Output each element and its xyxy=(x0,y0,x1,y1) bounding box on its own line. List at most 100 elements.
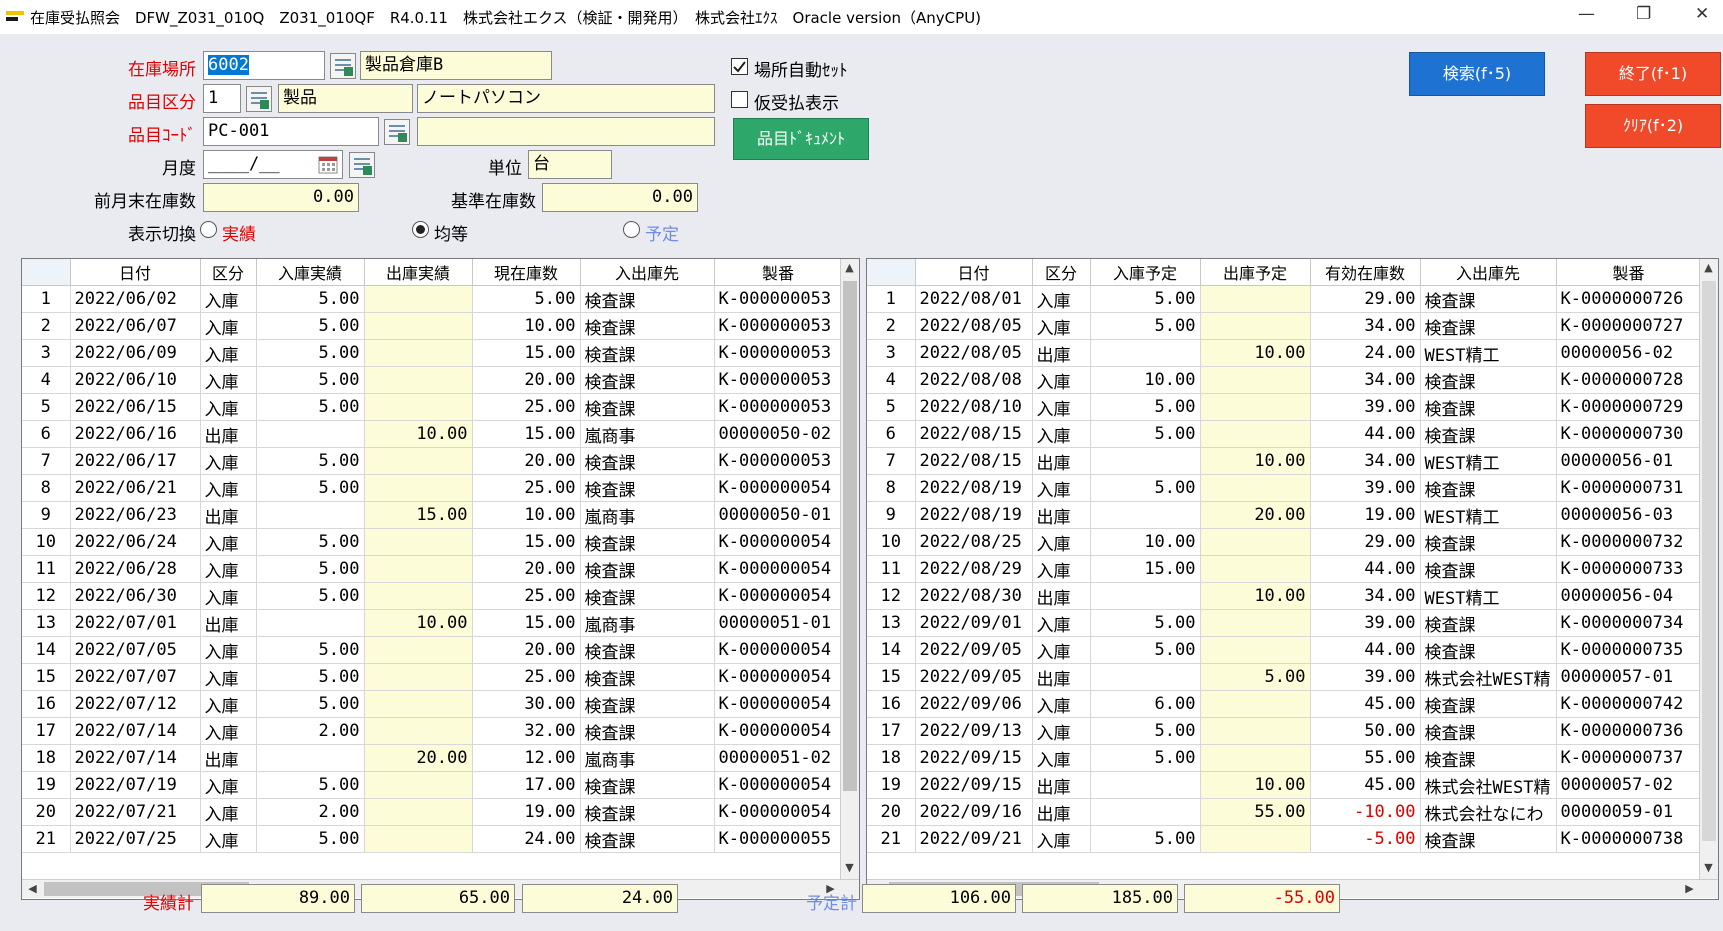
table-cell[interactable]: 2022/09/13 xyxy=(915,717,1033,745)
table-cell[interactable]: 出庫 xyxy=(1032,798,1091,826)
auto-location-checkbox[interactable] xyxy=(731,58,748,75)
category-code-input[interactable]: 1 xyxy=(203,84,241,113)
table-cell[interactable]: 5.00 xyxy=(256,690,365,718)
table-cell[interactable] xyxy=(1200,528,1311,556)
table-cell[interactable]: 5.00 xyxy=(256,555,365,583)
exit-button[interactable]: 終了(f･1) xyxy=(1585,52,1721,96)
table-cell[interactable] xyxy=(364,636,473,664)
table-cell[interactable]: 32.00 xyxy=(472,717,581,745)
table-cell[interactable]: 34.00 xyxy=(1310,582,1421,610)
table-cell[interactable]: 24.00 xyxy=(472,825,581,853)
table-cell[interactable]: 2022/06/10 xyxy=(70,366,201,394)
row-number[interactable]: 2 xyxy=(22,312,71,340)
row-number[interactable]: 16 xyxy=(867,690,916,718)
row-number[interactable]: 17 xyxy=(867,717,916,745)
table-cell[interactable]: 34.00 xyxy=(1310,447,1421,475)
table-cell[interactable]: 10.00 xyxy=(1200,447,1311,475)
table-cell[interactable]: 20.00 xyxy=(472,366,581,394)
plan-grid[interactable]: 日付 区分 入庫予定 出庫予定 有効在庫数 入出庫先 製番 1 2022/08/01 入庫 5.0… xyxy=(866,258,1719,900)
table-cell[interactable]: 検査課 xyxy=(580,771,715,799)
actual-header-1[interactable]: 区分 xyxy=(200,259,257,286)
table-cell[interactable]: 19.00 xyxy=(472,798,581,826)
table-cell[interactable]: 2022/07/14 xyxy=(70,744,201,772)
table-cell[interactable]: 5.00 xyxy=(1200,663,1311,691)
table-cell[interactable]: 2022/09/15 xyxy=(915,771,1033,799)
table-cell[interactable]: K-000000054 xyxy=(714,582,843,610)
table-cell[interactable]: 検査課 xyxy=(1420,636,1557,664)
table-cell[interactable]: 株式会社なにわ xyxy=(1420,798,1557,826)
table-cell[interactable]: 00000050-01 xyxy=(714,501,843,529)
table-row[interactable]: 9 2022/08/19 出庫 20.00 19.00 WEST精工 00000056-03 xyxy=(867,501,1702,529)
row-number[interactable]: 3 xyxy=(22,339,71,367)
table-cell[interactable]: 入庫 xyxy=(200,798,257,826)
actual-grid[interactable]: 日付 区分 入庫実績 出庫実績 現在庫数 入出庫先 製番 1 2022/06/02 入庫 5.00… xyxy=(21,258,860,900)
row-number[interactable]: 1 xyxy=(867,285,916,313)
table-row[interactable]: 1 2022/08/01 入庫 5.00 29.00 検査課 K-0000000726 xyxy=(867,285,1702,313)
table-cell[interactable] xyxy=(1090,582,1201,610)
table-row[interactable]: 21 2022/09/21 入庫 5.00 -5.00 検査課 K-0000000738 xyxy=(867,825,1702,853)
table-cell[interactable]: 検査課 xyxy=(580,663,715,691)
row-number[interactable]: 2 xyxy=(867,312,916,340)
table-cell[interactable]: 39.00 xyxy=(1310,474,1421,502)
table-cell[interactable]: 29.00 xyxy=(1310,528,1421,556)
table-cell[interactable]: 検査課 xyxy=(580,582,715,610)
table-cell[interactable]: 入庫 xyxy=(200,825,257,853)
row-number[interactable]: 8 xyxy=(867,474,916,502)
table-cell[interactable]: 2022/07/19 xyxy=(70,771,201,799)
table-cell[interactable] xyxy=(1200,555,1311,583)
actual-header-5[interactable]: 入出庫先 xyxy=(580,259,715,286)
location-code-input[interactable]: 6002 xyxy=(203,51,325,80)
table-cell[interactable]: 00000056-02 xyxy=(1556,339,1702,367)
table-cell[interactable]: K-0000000736 xyxy=(1556,717,1702,745)
table-cell[interactable]: 15.00 xyxy=(364,501,473,529)
table-cell[interactable]: 2022/07/21 xyxy=(70,798,201,826)
table-cell[interactable] xyxy=(256,744,365,772)
row-number[interactable]: 10 xyxy=(867,528,916,556)
row-number[interactable]: 21 xyxy=(867,825,916,853)
table-cell[interactable]: 5.00 xyxy=(1090,285,1201,313)
table-row[interactable]: 1 2022/06/02 入庫 5.00 5.00 検査課 K-000000053 xyxy=(22,285,843,313)
table-row[interactable]: 5 2022/08/10 入庫 5.00 39.00 検査課 K-0000000729 xyxy=(867,393,1702,421)
table-cell[interactable]: 2022/06/02 xyxy=(70,285,201,313)
actual-header-6[interactable]: 製番 xyxy=(714,259,843,286)
table-cell[interactable]: 入庫 xyxy=(1032,609,1091,637)
row-number[interactable]: 6 xyxy=(22,420,71,448)
row-number[interactable]: 15 xyxy=(22,663,71,691)
table-cell[interactable]: 2022/07/01 xyxy=(70,609,201,637)
table-cell[interactable]: 34.00 xyxy=(1310,366,1421,394)
table-cell[interactable] xyxy=(1200,474,1311,502)
table-cell[interactable]: 出庫 xyxy=(1032,771,1091,799)
table-cell[interactable]: 入庫 xyxy=(1032,555,1091,583)
table-cell[interactable]: 出庫 xyxy=(200,420,257,448)
plan-header-0[interactable]: 日付 xyxy=(915,259,1033,286)
table-cell[interactable]: 20.00 xyxy=(472,636,581,664)
row-number[interactable]: 11 xyxy=(22,555,71,583)
table-cell[interactable]: 出庫 xyxy=(200,609,257,637)
table-cell[interactable]: 入庫 xyxy=(1032,312,1091,340)
table-row[interactable]: 14 2022/09/05 入庫 5.00 44.00 検査課 K-0000000735 xyxy=(867,636,1702,664)
table-cell[interactable] xyxy=(1090,663,1201,691)
table-cell[interactable]: WEST精工 xyxy=(1420,447,1557,475)
table-cell[interactable]: 2022/08/15 xyxy=(915,447,1033,475)
actual-header-4[interactable]: 現在庫数 xyxy=(472,259,581,286)
scroll-thumb[interactable] xyxy=(843,281,857,791)
table-cell[interactable]: 検査課 xyxy=(580,285,715,313)
table-cell[interactable]: K-0000000728 xyxy=(1556,366,1702,394)
table-cell[interactable]: 2022/06/07 xyxy=(70,312,201,340)
table-cell[interactable]: K-000000054 xyxy=(714,474,843,502)
table-cell[interactable]: 検査課 xyxy=(1420,420,1557,448)
table-row[interactable]: 13 2022/09/01 入庫 5.00 39.00 検査課 K-0000000734 xyxy=(867,609,1702,637)
table-cell[interactable]: 5.00 xyxy=(472,285,581,313)
plan-vertical-scrollbar[interactable]: ▲ ▼ xyxy=(1699,259,1718,879)
table-cell[interactable]: 00000050-02 xyxy=(714,420,843,448)
table-cell[interactable]: 5.00 xyxy=(256,393,365,421)
table-cell[interactable]: 00000051-02 xyxy=(714,744,843,772)
actual-header-2[interactable]: 入庫実績 xyxy=(256,259,365,286)
table-cell[interactable] xyxy=(256,420,365,448)
radio-equal[interactable] xyxy=(412,221,429,238)
table-row[interactable]: 17 2022/09/13 入庫 5.00 50.00 検査課 K-0000000736 xyxy=(867,717,1702,745)
table-cell[interactable]: K-000000053 xyxy=(714,312,843,340)
table-row[interactable]: 11 2022/06/28 入庫 5.00 20.00 検査課 K-000000054 xyxy=(22,555,843,583)
table-cell[interactable]: 入庫 xyxy=(200,555,257,583)
table-cell[interactable]: 5.00 xyxy=(256,582,365,610)
